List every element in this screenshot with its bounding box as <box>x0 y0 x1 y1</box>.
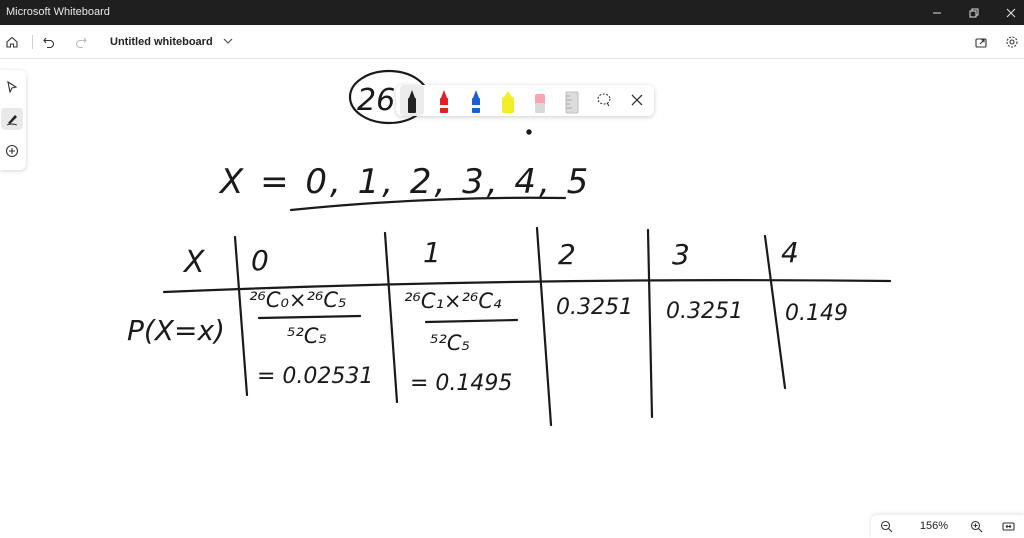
home-icon <box>6 36 18 48</box>
zoom-out-icon <box>880 520 892 533</box>
x-values-line: X = 0, 1, 2, 3, 4, 5 <box>218 162 591 202</box>
close-icon <box>1006 8 1016 17</box>
zoom-out-button[interactable] <box>875 517 897 536</box>
table-header-label: X <box>182 245 206 280</box>
black-pen-button[interactable] <box>400 85 424 116</box>
minimize-icon <box>933 12 941 13</box>
share-icon <box>975 38 987 48</box>
undo-button[interactable] <box>37 30 61 54</box>
blue-pen-button[interactable] <box>464 85 488 116</box>
col1-result: = 0.1495 <box>410 371 512 396</box>
restore-button[interactable] <box>955 0 993 25</box>
col0-numerator: ²⁶C₀×²⁶C₅ <box>249 288 346 312</box>
ink-table-divider <box>646 228 654 419</box>
close-window-button[interactable] <box>992 0 1024 25</box>
ink-table-divider <box>233 235 249 397</box>
table-row-label: P(X=x) <box>127 314 225 347</box>
col3-value: 0.3251 <box>666 299 743 324</box>
minimize-button[interactable] <box>918 0 956 25</box>
table-col-header-4: 4 <box>781 236 799 269</box>
red-pen-button[interactable] <box>432 85 456 116</box>
app-title: Microsoft Whiteboard <box>6 6 110 18</box>
undo-icon <box>43 37 55 49</box>
col0-denominator: ⁵²C₅ <box>287 324 327 348</box>
ruler-button[interactable] <box>560 85 584 116</box>
lasso-select-button[interactable] <box>592 85 616 116</box>
eraser-button[interactable] <box>528 85 552 116</box>
highlighter-button[interactable] <box>496 85 520 116</box>
col4-value: 0.149 <box>785 301 848 326</box>
share-button[interactable] <box>969 30 993 54</box>
table-col-header-1: 1 <box>423 236 441 269</box>
redo-button[interactable] <box>69 30 93 54</box>
ink-table-divider <box>535 226 553 427</box>
restore-icon <box>969 8 979 17</box>
table-col-header-3: 3 <box>672 238 690 271</box>
fit-to-screen-button[interactable] <box>997 517 1019 536</box>
whiteboard-canvas[interactable]: 26 X = 0, 1, 2, 3, 4, 5 X 0 1 2 3 4 P(X=… <box>0 58 1024 538</box>
gear-icon <box>1006 36 1018 48</box>
chevron-down-icon[interactable] <box>221 34 235 48</box>
col2-value: 0.3251 <box>556 295 633 320</box>
home-button[interactable] <box>0 30 24 54</box>
col1-numerator: ²⁶C₁×²⁶C₄ <box>404 289 502 313</box>
fit-screen-icon <box>1001 522 1015 531</box>
fragment-26: 26 <box>357 83 395 118</box>
app-toolbar: Untitled whiteboard <box>0 25 1024 59</box>
ink-table-divider <box>383 231 399 404</box>
toolbar-divider <box>32 35 33 49</box>
table-col-header-2: 2 <box>558 238 576 271</box>
table-col-header-0: 0 <box>251 244 269 277</box>
zoom-in-button[interactable] <box>965 517 987 536</box>
zoom-bar: 156% <box>871 515 1024 538</box>
redo-icon <box>75 37 87 49</box>
col0-result: = 0.02531 <box>257 364 373 389</box>
col1-denominator: ⁵²C₅ <box>430 331 470 355</box>
title-bar: Microsoft Whiteboard <box>0 0 1024 25</box>
ink-dot <box>526 129 532 135</box>
document-title[interactable]: Untitled whiteboard <box>110 36 213 48</box>
ink-fraction-bar <box>257 314 362 320</box>
zoom-in-icon <box>970 520 982 533</box>
settings-button[interactable] <box>1000 30 1024 54</box>
ink-fraction-bar <box>424 318 519 324</box>
pen-tray <box>396 85 654 116</box>
close-tray-button[interactable] <box>625 85 649 116</box>
zoom-level[interactable]: 156% <box>917 520 951 532</box>
